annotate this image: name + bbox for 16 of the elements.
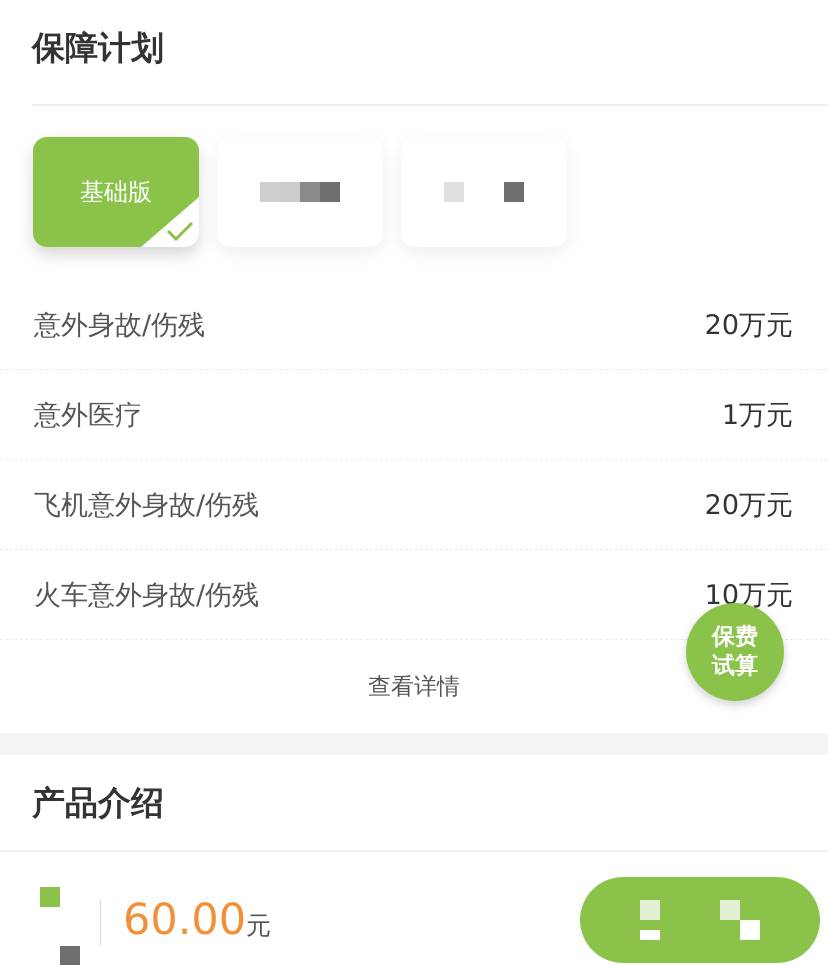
price-value: 60.00 bbox=[123, 894, 246, 947]
pixelated-icon bbox=[40, 887, 80, 965]
section-title: 保障计划 bbox=[32, 27, 164, 69]
coverage-item: 火车意外身故/伤残 bbox=[34, 578, 260, 612]
plan-tab[interactable] bbox=[217, 137, 383, 247]
section-title: 产品介绍 bbox=[32, 782, 164, 824]
coverage-item: 意外医疗 bbox=[34, 398, 142, 432]
price-unit: 元 bbox=[246, 910, 272, 942]
plan-tab[interactable]: 基础版 bbox=[33, 137, 199, 247]
plan-tab[interactable] bbox=[401, 137, 567, 247]
coverage-item: 意外身故/伤残 bbox=[34, 308, 206, 342]
details-link[interactable]: 查看详情 bbox=[368, 671, 460, 702]
coverage-amount: 1万元 bbox=[722, 398, 793, 432]
coverage-amount: 20万元 bbox=[704, 308, 793, 342]
coverage-amount: 20万元 bbox=[704, 488, 793, 522]
coverage-item: 飞机意外身故/伤残 bbox=[34, 488, 260, 522]
